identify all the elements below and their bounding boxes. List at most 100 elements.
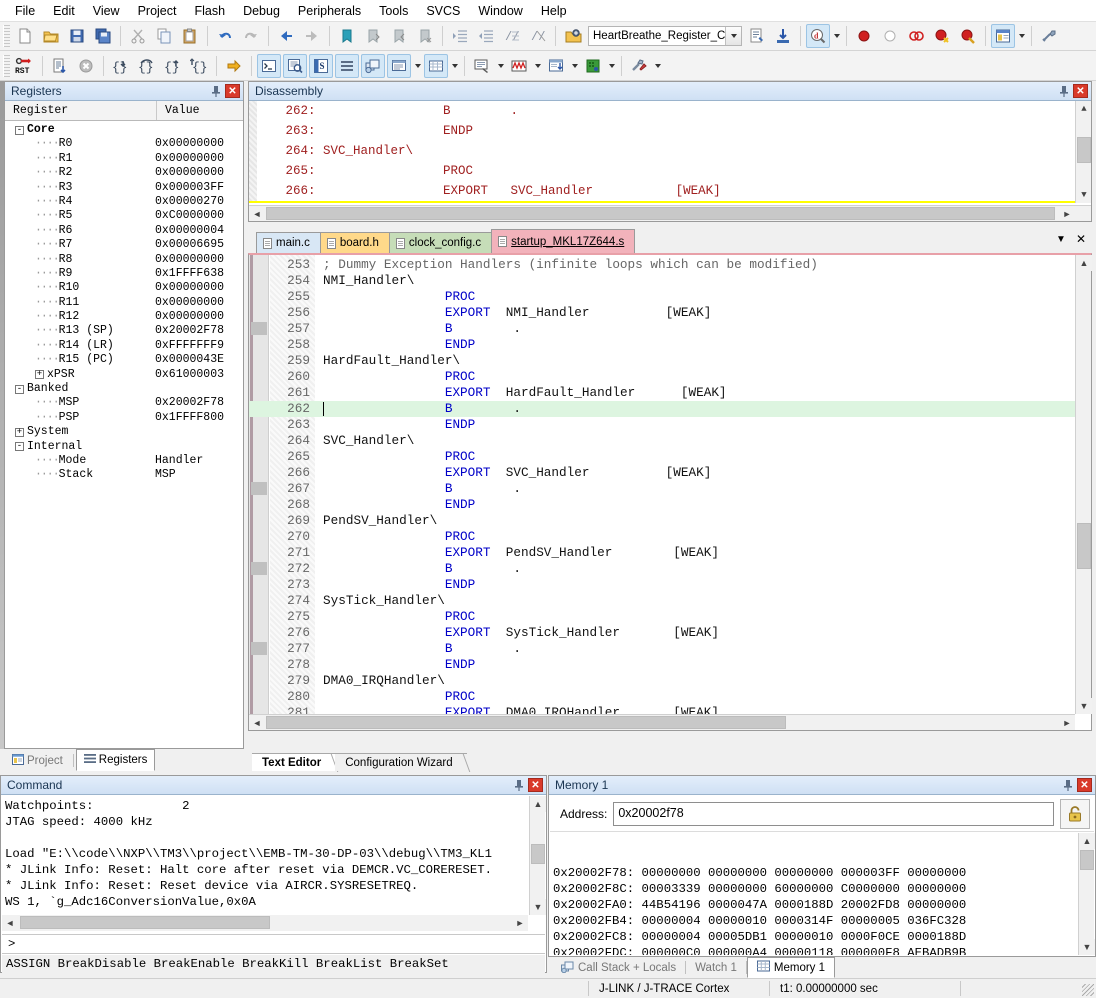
symbols-window-icon[interactable]: S xyxy=(309,53,333,78)
tab-call-stack-locals[interactable]: Call Stack + Locals xyxy=(552,958,685,978)
breakpoint-kill-all-icon[interactable] xyxy=(930,24,954,48)
editor-line[interactable]: 264 SVC_Handler\ xyxy=(249,433,1091,449)
command-input[interactable]: > xyxy=(2,934,545,954)
menu-item-edit[interactable]: Edit xyxy=(44,1,84,21)
expand-icon[interactable]: + xyxy=(15,427,24,437)
pin-icon[interactable] xyxy=(209,84,223,99)
scroll-down-icon[interactable]: ▼ xyxy=(1079,939,1095,955)
editor-line[interactable]: 263 ENDP xyxy=(249,417,1091,433)
command-window-icon[interactable] xyxy=(257,53,281,78)
editor-vscrollbar[interactable]: ▲ ▼ xyxy=(1075,255,1092,714)
project-target-combo[interactable]: HeartBreathe_Register_C xyxy=(588,26,743,46)
menu-item-tools[interactable]: Tools xyxy=(370,1,417,21)
editor-line[interactable]: 280 PROC xyxy=(249,689,1091,705)
system-viewer-dropdown[interactable] xyxy=(606,54,617,78)
step-into-icon[interactable]: {} xyxy=(109,54,133,78)
memory-row[interactable]: 0x20002FC8: 00000004 00005DB1 00000010 0… xyxy=(553,929,1078,945)
disassembly-line[interactable]: 263: ENDP xyxy=(249,121,1075,141)
system-viewer-icon[interactable] xyxy=(581,54,605,78)
tab-text-editor[interactable]: Text Editor xyxy=(252,753,336,771)
memory-window-icon[interactable] xyxy=(424,53,448,78)
memory-address-input[interactable]: 0x20002f78 xyxy=(613,801,1054,826)
bookmark-toggle-icon[interactable] xyxy=(335,24,359,48)
editor-line[interactable]: 260 PROC xyxy=(249,369,1091,385)
memory-row[interactable]: 0x20002F78: 00000000 00000000 00000000 0… xyxy=(553,865,1078,881)
trace-window-icon[interactable] xyxy=(544,54,568,78)
tab-memory-1[interactable]: Memory 1 xyxy=(746,957,836,978)
register-row[interactable]: ···· Mode Handler xyxy=(5,454,243,468)
scroll-right-icon[interactable]: ► xyxy=(1059,715,1075,731)
toolbox-dropdown[interactable] xyxy=(652,54,663,78)
registers-tree[interactable]: - Core ···· R0 0x00000000 ···· R1 0x00000000 ···… xyxy=(5,121,243,483)
tab-watch-1[interactable]: Watch 1 xyxy=(686,958,746,978)
register-row[interactable]: ···· Stack MSP xyxy=(5,468,243,482)
register-row[interactable]: ···· R6 0x00000004 xyxy=(5,224,243,238)
menu-item-svcs[interactable]: SVCS xyxy=(417,1,469,21)
disassembly-hscrollbar[interactable]: ◄ ► xyxy=(249,205,1091,221)
outdent-icon[interactable] xyxy=(474,24,498,48)
command-hscrollbar[interactable]: ◄ ► xyxy=(2,915,528,931)
cut-icon[interactable] xyxy=(126,24,150,48)
toolbar-grip[interactable] xyxy=(3,54,10,77)
tab-project[interactable]: Project xyxy=(4,750,71,771)
menu-item-debug[interactable]: Debug xyxy=(234,1,289,21)
close-icon[interactable]: ✕ xyxy=(225,84,240,98)
register-row[interactable]: ···· R10 0x00000000 xyxy=(5,281,243,295)
register-value[interactable]: 0x1FFFF638 xyxy=(155,267,224,281)
editor-tab-board-h[interactable]: board.h xyxy=(319,232,390,253)
menu-item-window[interactable]: Window xyxy=(469,1,531,21)
copy-icon[interactable] xyxy=(152,24,176,48)
window-layout-dropdown[interactable] xyxy=(1016,24,1027,48)
register-row[interactable]: ···· R4 0x00000270 xyxy=(5,195,243,209)
close-icon[interactable]: ✕ xyxy=(528,778,543,792)
editor-tab-main-c[interactable]: main.c xyxy=(256,232,321,253)
disassembly-line[interactable]: 262: B . xyxy=(249,101,1075,121)
disassembly-line[interactable]: 266: EXPORT SVC_Handler [WEAK] xyxy=(249,181,1075,201)
breakpoint-disable-all-icon[interactable] xyxy=(904,24,928,48)
breakpoint-icon[interactable] xyxy=(852,24,876,48)
register-row[interactable]: ···· R2 0x00000000 xyxy=(5,166,243,180)
code-editor[interactable]: 253 ; Dummy Exception Handlers (infinite … xyxy=(248,253,1092,731)
scroll-left-icon[interactable]: ◄ xyxy=(249,206,265,222)
collapse-icon[interactable]: - xyxy=(15,384,24,394)
disassembly-window-icon[interactable] xyxy=(283,53,307,78)
editor-line[interactable]: 271 EXPORT PendSV_Handler [WEAK] xyxy=(249,545,1091,561)
code-editor-surface[interactable]: 253 ; Dummy Exception Handlers (infinite … xyxy=(249,255,1091,730)
editor-line[interactable]: 258 ENDP xyxy=(249,337,1091,353)
register-value[interactable]: 0x00000000 xyxy=(155,281,224,295)
bookmark-clear-icon[interactable] xyxy=(413,24,437,48)
watch-window-icon[interactable] xyxy=(387,53,411,78)
trace-window-dropdown[interactable] xyxy=(569,54,580,78)
scroll-thumb-h[interactable] xyxy=(266,716,786,729)
memory-row[interactable]: 0x20002F8C: 00003339 00000000 60000000 C… xyxy=(553,881,1078,897)
register-row[interactable]: ···· R1 0x00000000 xyxy=(5,152,243,166)
comment-icon[interactable]: // xyxy=(500,24,524,48)
scroll-up-icon[interactable]: ▲ xyxy=(1076,101,1091,117)
editor-line[interactable]: 259 HardFault_Handler\ xyxy=(249,353,1091,369)
pin-icon[interactable] xyxy=(1061,778,1075,793)
serial-window-icon[interactable] xyxy=(470,54,494,78)
menu-item-file[interactable]: File xyxy=(6,1,44,21)
register-row[interactable]: - Banked xyxy=(5,382,243,396)
editor-line[interactable]: 257 B . xyxy=(249,321,1091,337)
scroll-thumb[interactable] xyxy=(1077,137,1091,163)
register-value[interactable]: 0x00000000 xyxy=(155,296,224,310)
editor-line[interactable]: 270 PROC xyxy=(249,529,1091,545)
scroll-thumb[interactable] xyxy=(1080,850,1094,870)
register-row[interactable]: ···· MSP 0x20002F78 xyxy=(5,396,243,410)
register-row[interactable]: ···· R15 (PC) 0x0000043E xyxy=(5,353,243,367)
stop-icon[interactable] xyxy=(74,54,98,78)
editor-line[interactable]: 267 B . xyxy=(249,481,1091,497)
register-value[interactable]: 0x00000000 xyxy=(155,253,224,267)
new-file-icon[interactable] xyxy=(13,24,37,48)
register-value[interactable]: 0x00000000 xyxy=(155,166,224,180)
collapse-icon[interactable]: - xyxy=(15,125,24,135)
file-extensions-icon[interactable] xyxy=(745,24,769,48)
configure-icon[interactable] xyxy=(1037,24,1061,48)
menu-item-flash[interactable]: Flash xyxy=(185,1,234,21)
lock-icon[interactable] xyxy=(1060,798,1090,829)
register-value[interactable]: 0x00000270 xyxy=(155,195,224,209)
register-value[interactable]: Handler xyxy=(155,454,203,468)
register-value[interactable]: 0x1FFFF800 xyxy=(155,411,224,425)
editor-line[interactable]: 254 NMI_Handler\ xyxy=(249,273,1091,289)
